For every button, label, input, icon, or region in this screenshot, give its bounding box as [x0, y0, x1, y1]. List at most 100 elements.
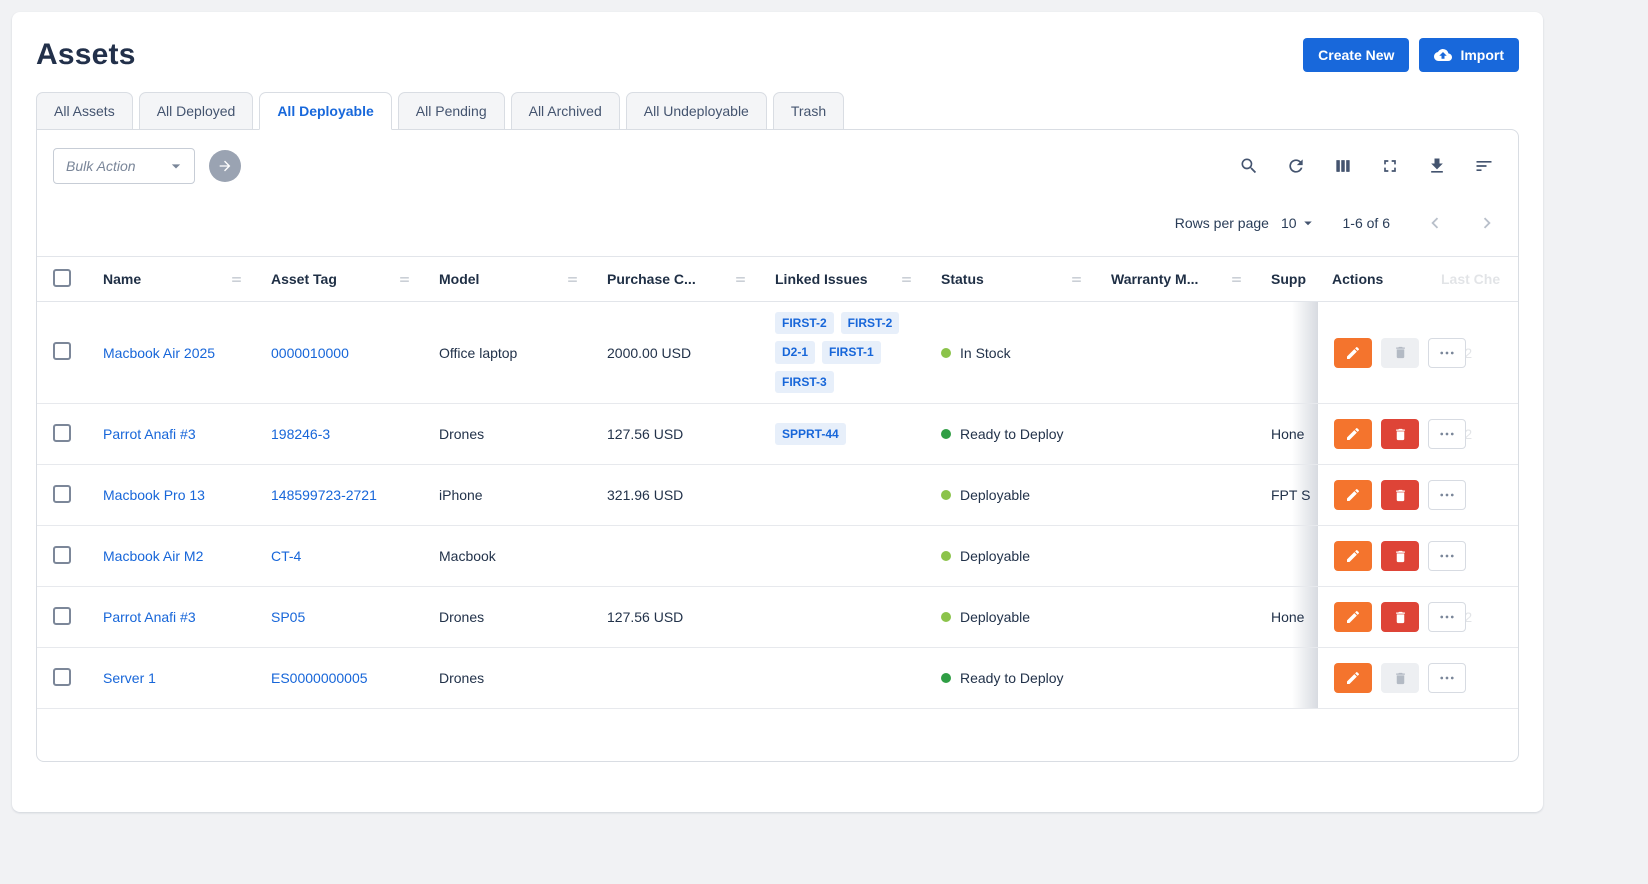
tab-all-assets[interactable]: All Assets — [36, 92, 133, 130]
more-actions-button[interactable] — [1428, 541, 1466, 571]
import-button[interactable]: Import — [1419, 38, 1519, 72]
linked-issues-cell: FIRST-2 FIRST-2 D2-1 FIRST-1 FIRST-3 — [775, 312, 913, 393]
asset-tag-link[interactable]: SP05 — [271, 609, 305, 625]
asset-name-link[interactable]: Parrot Anafi #3 — [103, 609, 196, 625]
table-tools — [1239, 156, 1502, 176]
linked-issue-badge[interactable]: FIRST-3 — [775, 371, 834, 393]
status-dot — [941, 490, 951, 500]
column-header-name: Name — [89, 256, 257, 302]
linked-issue-badge[interactable]: D2-1 — [775, 341, 815, 363]
delete-button[interactable] — [1381, 663, 1419, 693]
more-actions-button[interactable] — [1428, 338, 1466, 368]
column-drag-handle-icon[interactable] — [1230, 273, 1243, 286]
table-row: Macbook Pro 13 148599723-2721 iPhone 321… — [37, 465, 1518, 526]
filter-icon[interactable] — [1474, 156, 1494, 176]
purchase-cost-cell: 2000.00 USD — [607, 345, 691, 361]
tab-all-archived[interactable]: All Archived — [511, 92, 620, 130]
model-cell: Office laptop — [439, 345, 517, 361]
column-drag-handle-icon[interactable] — [230, 273, 243, 286]
delete-button[interactable] — [1381, 419, 1419, 449]
asset-tag-link[interactable]: 198246-3 — [271, 426, 330, 442]
edit-button[interactable] — [1334, 541, 1372, 571]
bulk-action-submit-button[interactable] — [209, 150, 241, 182]
fullscreen-icon[interactable] — [1380, 156, 1400, 176]
tab-all-undeployable[interactable]: All Undeployable — [626, 92, 767, 130]
linked-issue-badge[interactable]: FIRST-2 — [841, 312, 900, 334]
column-header-status: Status — [927, 256, 1097, 302]
row-checkbox[interactable] — [53, 485, 71, 503]
asset-name-link[interactable]: Macbook Pro 13 — [103, 487, 205, 503]
tab-all-deployed[interactable]: All Deployed — [139, 92, 254, 130]
bulk-action-select[interactable]: Bulk Action — [53, 148, 195, 184]
more-actions-button[interactable] — [1428, 480, 1466, 510]
prev-page-button[interactable] — [1424, 212, 1446, 234]
asset-tag-link[interactable]: 148599723-2721 — [271, 487, 377, 503]
more-actions-button[interactable] — [1428, 663, 1466, 693]
rows-per-page-select[interactable]: 10 — [1281, 214, 1317, 232]
pagination-bar: Rows per page 10 1-6 of 6 — [37, 198, 1518, 256]
edit-button[interactable] — [1334, 338, 1372, 368]
model-cell: Drones — [439, 670, 484, 686]
column-drag-handle-icon[interactable] — [734, 273, 747, 286]
linked-issue-badge[interactable]: SPPRT-44 — [775, 423, 846, 445]
linked-issue-badge[interactable]: FIRST-1 — [822, 341, 881, 363]
asset-tag-link[interactable]: ES0000000005 — [271, 670, 368, 686]
asset-name-link[interactable]: Macbook Air 2025 — [103, 345, 215, 361]
linked-issues-cell: SPPRT-44 — [775, 423, 913, 445]
download-icon[interactable] — [1427, 156, 1447, 176]
row-checkbox[interactable] — [53, 546, 71, 564]
caret-down-icon — [166, 156, 186, 176]
column-drag-handle-icon[interactable] — [1070, 273, 1083, 286]
search-icon[interactable] — [1239, 156, 1259, 176]
more-actions-button[interactable] — [1428, 419, 1466, 449]
row-checkbox[interactable] — [53, 607, 71, 625]
more-actions-button[interactable] — [1428, 602, 1466, 632]
columns-icon[interactable] — [1333, 156, 1353, 176]
delete-button[interactable] — [1381, 480, 1419, 510]
column-header-warranty: Warranty M... — [1097, 256, 1257, 302]
refresh-icon[interactable] — [1286, 156, 1306, 176]
create-new-label: Create New — [1318, 47, 1394, 63]
assets-panel: Bulk Action — [36, 129, 1519, 762]
column-label: Asset Tag — [271, 271, 337, 287]
status-dot — [941, 551, 951, 561]
trash-icon — [1393, 610, 1408, 625]
asset-tag-link[interactable]: 0000010000 — [271, 345, 349, 361]
row-checkbox[interactable] — [53, 668, 71, 686]
tab-bar: All Assets All Deployed All Deployable A… — [36, 92, 1519, 129]
tab-all-pending[interactable]: All Pending — [398, 92, 505, 130]
purchase-cost-cell: 321.96 USD — [607, 487, 683, 503]
assets-table: Name Asset Tag Model Purchase C... — [37, 256, 1518, 709]
edit-pencil-icon — [1345, 487, 1361, 503]
select-all-checkbox[interactable] — [53, 269, 71, 287]
asset-name-link[interactable]: Parrot Anafi #3 — [103, 426, 196, 442]
edit-button[interactable] — [1334, 480, 1372, 510]
asset-name-link[interactable]: Server 1 — [103, 670, 156, 686]
more-dots-icon — [1438, 486, 1456, 504]
chevron-right-icon — [1476, 212, 1498, 234]
edit-button[interactable] — [1334, 602, 1372, 632]
next-page-button[interactable] — [1476, 212, 1498, 234]
tab-trash[interactable]: Trash — [773, 92, 844, 130]
delete-button[interactable] — [1381, 541, 1419, 571]
edit-button[interactable] — [1334, 419, 1372, 449]
column-drag-handle-icon[interactable] — [900, 273, 913, 286]
column-header-actions: Actions — [1318, 256, 1518, 302]
supplier-cell: FPT S — [1271, 487, 1310, 503]
asset-tag-link[interactable]: CT-4 — [271, 548, 301, 564]
column-drag-handle-icon[interactable] — [398, 273, 411, 286]
delete-button[interactable] — [1381, 602, 1419, 632]
table-row: Macbook Air M2 CT-4 Macbook Deployable — [37, 526, 1518, 587]
column-drag-handle-icon[interactable] — [566, 273, 579, 286]
row-checkbox[interactable] — [53, 342, 71, 360]
create-new-button[interactable]: Create New — [1303, 38, 1409, 72]
status-label: Deployable — [960, 487, 1030, 503]
delete-button[interactable] — [1381, 338, 1419, 368]
row-checkbox[interactable] — [53, 424, 71, 442]
linked-issue-badge[interactable]: FIRST-2 — [775, 312, 834, 334]
table-row: Parrot Anafi #3 SP05 Drones 127.56 USD D… — [37, 587, 1518, 648]
edit-button[interactable] — [1334, 663, 1372, 693]
asset-name-link[interactable]: Macbook Air M2 — [103, 548, 203, 564]
header-buttons: Create New Import — [1303, 38, 1519, 72]
tab-all-deployable[interactable]: All Deployable — [259, 92, 391, 130]
